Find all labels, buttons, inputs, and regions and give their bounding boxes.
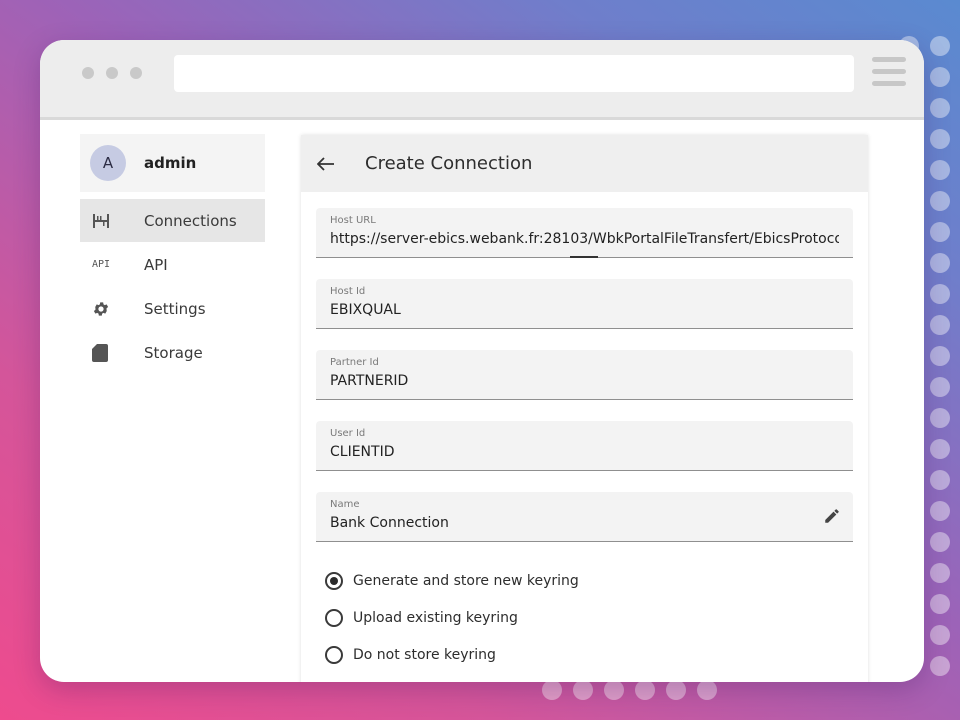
partner-id-field[interactable]: Partner Id PARTNERID bbox=[316, 350, 853, 400]
browser-chrome bbox=[40, 40, 924, 120]
window-control-dot[interactable] bbox=[106, 67, 118, 79]
keyring-option-label: Do not store keyring bbox=[353, 647, 496, 663]
panel-header: Create Connection bbox=[301, 135, 868, 192]
browser-window: A admin Connections API API Settings Sto… bbox=[40, 40, 924, 682]
sidebar-item-label: Connections bbox=[144, 211, 237, 230]
gear-icon bbox=[92, 299, 114, 319]
address-bar[interactable] bbox=[174, 55, 854, 92]
user-profile[interactable]: A admin bbox=[80, 134, 265, 192]
keyring-option-label: Generate and store new keyring bbox=[353, 573, 579, 589]
sidebar-item-settings[interactable]: Settings bbox=[80, 287, 265, 330]
sidebar: A admin Connections API API Settings Sto… bbox=[80, 134, 265, 374]
name-input[interactable]: Bank Connection bbox=[330, 515, 839, 531]
keyring-option-upload[interactable]: Upload existing keyring bbox=[325, 609, 518, 627]
sidebar-item-storage[interactable]: Storage bbox=[80, 331, 265, 374]
name-field[interactable]: Name Bank Connection bbox=[316, 492, 853, 542]
connections-icon bbox=[92, 211, 114, 231]
partner-id-label: Partner Id bbox=[330, 357, 379, 368]
partner-id-input[interactable]: PARTNERID bbox=[330, 373, 839, 389]
api-icon: API bbox=[92, 259, 111, 270]
sidebar-item-connections[interactable]: Connections bbox=[80, 199, 265, 242]
hamburger-menu-icon[interactable] bbox=[872, 57, 906, 91]
arrow-left-icon[interactable] bbox=[317, 154, 337, 174]
radio-button[interactable] bbox=[325, 646, 343, 664]
radio-button[interactable] bbox=[325, 609, 343, 627]
sd-card-icon bbox=[92, 343, 114, 363]
focus-underline bbox=[570, 256, 598, 258]
user-id-label: User Id bbox=[330, 428, 366, 439]
host-url-field[interactable]: Host URL https://server-ebics.webank.fr:… bbox=[316, 208, 853, 258]
keyring-option-generate[interactable]: Generate and store new keyring bbox=[325, 572, 579, 590]
host-url-label: Host URL bbox=[330, 215, 376, 226]
user-id-input[interactable]: CLIENTID bbox=[330, 444, 839, 460]
host-id-field[interactable]: Host Id EBIXQUAL bbox=[316, 279, 853, 329]
keyring-option-label: Upload existing keyring bbox=[353, 610, 518, 626]
sidebar-item-label: API bbox=[144, 255, 168, 274]
keyring-option-none[interactable]: Do not store keyring bbox=[325, 646, 496, 664]
host-url-input[interactable]: https://server-ebics.webank.fr:28103/Wbk… bbox=[330, 231, 839, 247]
avatar: A bbox=[90, 145, 126, 181]
user-id-field[interactable]: User Id CLIENTID bbox=[316, 421, 853, 471]
decorative-dot-pattern-bottom bbox=[542, 680, 717, 700]
sidebar-item-label: Settings bbox=[144, 299, 206, 318]
host-id-label: Host Id bbox=[330, 286, 366, 297]
sidebar-item-label: Storage bbox=[144, 343, 203, 362]
create-connection-panel: Create Connection Host URL https://serve… bbox=[301, 135, 868, 682]
sidebar-item-api[interactable]: API API bbox=[80, 243, 265, 286]
name-label: Name bbox=[330, 499, 360, 510]
page-title: Create Connection bbox=[365, 153, 533, 174]
window-controls bbox=[82, 67, 142, 79]
radio-button-selected[interactable] bbox=[325, 572, 343, 590]
window-control-dot[interactable] bbox=[130, 67, 142, 79]
username: admin bbox=[144, 154, 197, 172]
pencil-icon[interactable] bbox=[823, 507, 841, 525]
window-control-dot[interactable] bbox=[82, 67, 94, 79]
host-id-input[interactable]: EBIXQUAL bbox=[330, 302, 839, 318]
